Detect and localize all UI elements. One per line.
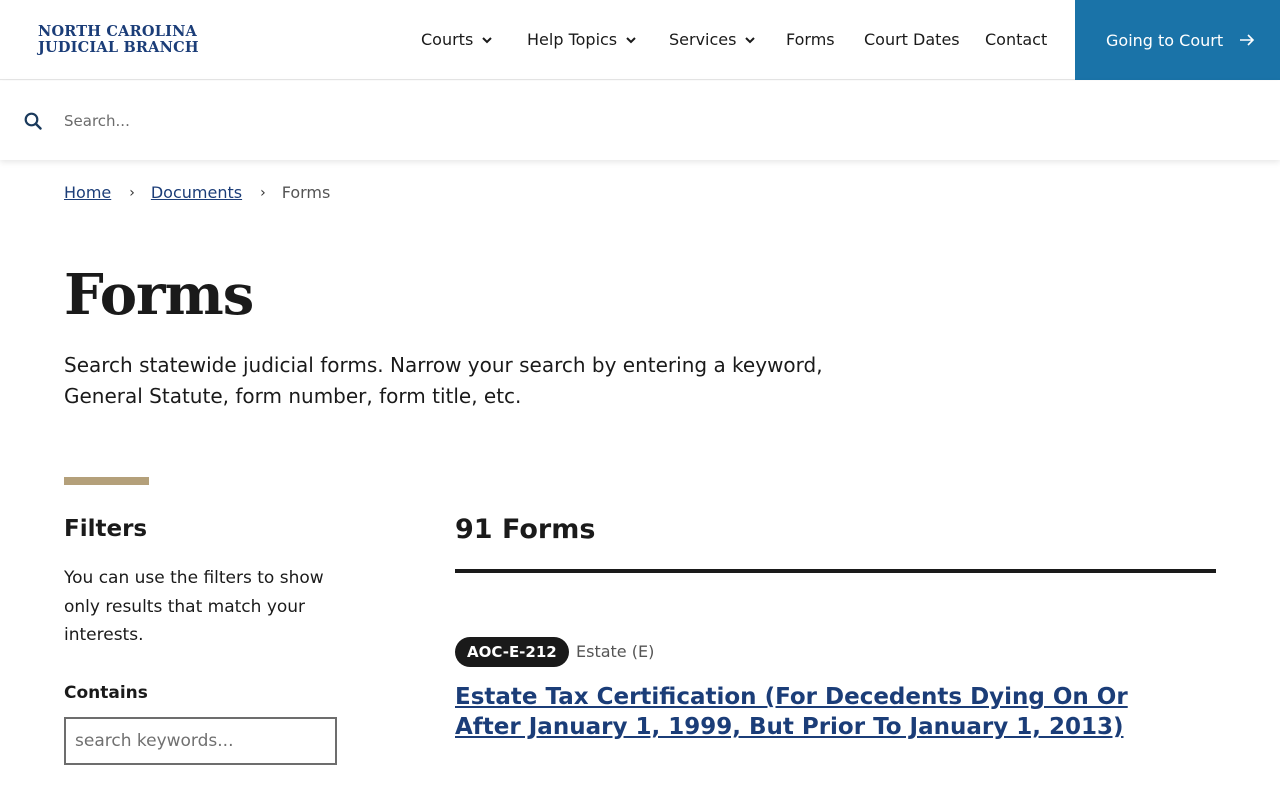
nav-item-label: Help Topics [527,30,618,49]
site-search-bar [0,81,1280,160]
search-icon[interactable] [24,112,42,130]
site-logo[interactable]: NORTH CAROLINA JUDICIAL BRANCH [38,24,199,56]
filters-description: You can use the filters to show only res… [64,568,324,645]
results-count: 91 Forms [455,514,596,545]
nav-item-services[interactable]: Services [669,30,756,49]
chevron-down-icon [482,36,493,43]
chevron-right-icon: › [129,184,135,201]
breadcrumb: Home › Documents › Forms [64,183,330,202]
chevron-down-icon [626,36,636,43]
nav-item-help-topics[interactable]: Help Topics [527,30,637,49]
logo-line-1: NORTH CAROLINA [38,23,197,40]
nav-item-label: Forms [786,30,835,49]
contains-label: Contains [64,683,148,703]
form-code-badge: AOC-E-212 [455,637,569,667]
nav-item-label: Court Dates [864,30,960,49]
filters-accent-bar [64,477,149,485]
breadcrumb-home-link[interactable]: Home [64,183,111,202]
site-search-input[interactable] [64,107,1244,135]
form-category: Estate (E) [576,642,655,661]
nav-item-label: Courts [421,30,474,49]
results-divider [455,569,1216,573]
page-intro: Search statewide judicial forms. Narrow … [64,353,823,408]
chevron-right-icon: › [260,184,266,201]
going-to-court-button[interactable]: Going to Court [1075,0,1280,80]
page-title: Forms [64,262,254,328]
chevron-down-icon [745,36,756,43]
nav-item-label: Contact [985,30,1048,49]
form-title-link[interactable]: Estate Tax Certification (For Decedents … [455,682,1195,742]
filters-title: Filters [64,516,148,542]
arrow-right-icon [1240,34,1255,46]
nav-item-forms[interactable]: Forms [786,30,835,49]
nav-item-court-dates[interactable]: Court Dates [864,30,960,49]
going-to-court-label: Going to Court [1106,30,1224,50]
site-header: NORTH CAROLINA JUDICIAL BRANCH Courts He… [0,0,1280,80]
logo-line-2: JUDICIAL BRANCH [38,39,199,56]
nav-item-contact[interactable]: Contact [985,30,1047,49]
breadcrumb-current: Forms [281,183,331,202]
breadcrumb-documents-link[interactable]: Documents [151,183,242,202]
nav-item-label: Services [669,30,737,49]
keyword-search-input[interactable] [64,717,337,765]
nav-item-courts[interactable]: Courts [421,30,493,49]
